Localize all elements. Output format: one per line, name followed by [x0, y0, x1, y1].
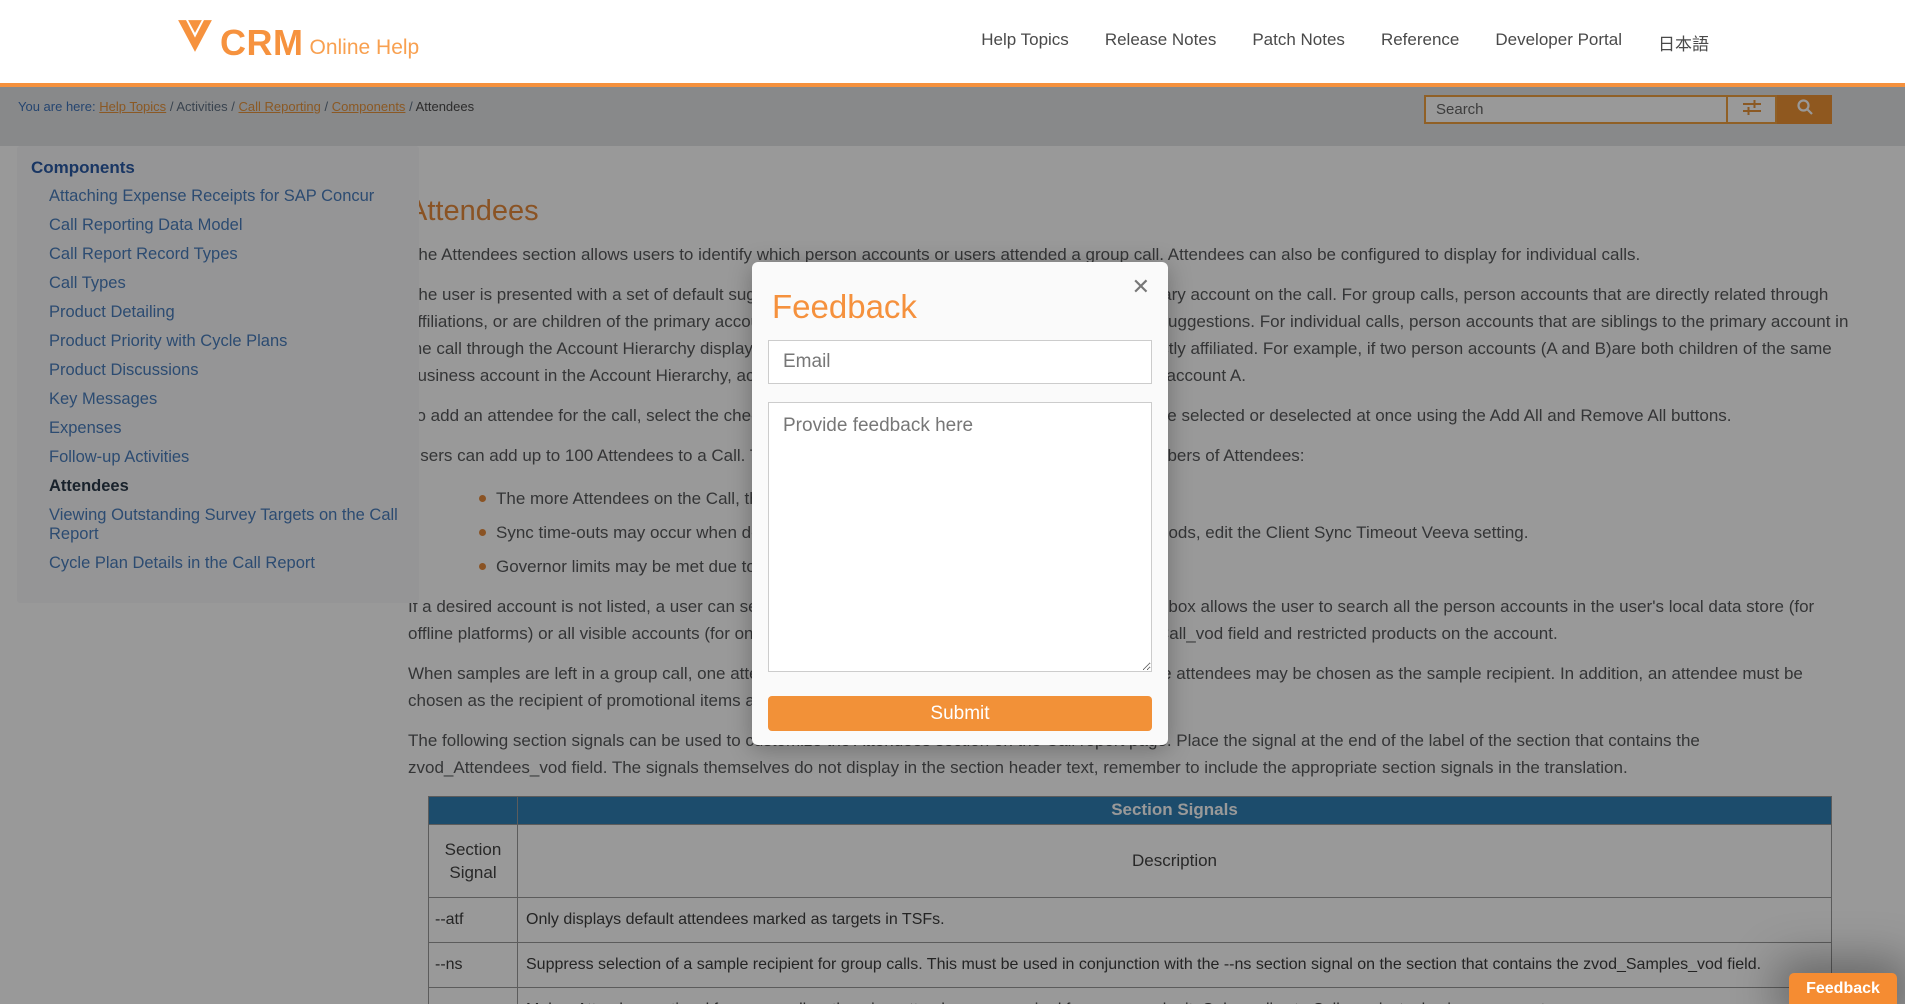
veeva-logo-icon: [176, 18, 220, 59]
logo-title: CRM: [220, 27, 303, 59]
app-header: CRM Online Help Help Topics Release Note…: [0, 0, 1905, 87]
feedback-tab-button[interactable]: Feedback: [1789, 973, 1897, 1004]
brand-logo[interactable]: CRM Online Help: [176, 18, 419, 59]
feedback-textarea[interactable]: [768, 402, 1152, 672]
nav-japanese[interactable]: 日本語: [1658, 30, 1709, 55]
modal-title: Feedback: [772, 288, 1152, 326]
submit-button[interactable]: Submit: [768, 696, 1152, 731]
nav-reference[interactable]: Reference: [1381, 30, 1459, 55]
top-nav: Help Topics Release Notes Patch Notes Re…: [981, 30, 1709, 55]
close-icon[interactable]: ✕: [1132, 276, 1150, 298]
logo-subtitle: Online Help: [309, 37, 419, 59]
nav-patch-notes[interactable]: Patch Notes: [1252, 30, 1345, 55]
email-field[interactable]: [768, 340, 1152, 384]
nav-help-topics[interactable]: Help Topics: [981, 30, 1069, 55]
nav-developer-portal[interactable]: Developer Portal: [1495, 30, 1622, 55]
feedback-modal: ✕ Feedback Submit: [752, 262, 1168, 745]
nav-release-notes[interactable]: Release Notes: [1105, 30, 1217, 55]
